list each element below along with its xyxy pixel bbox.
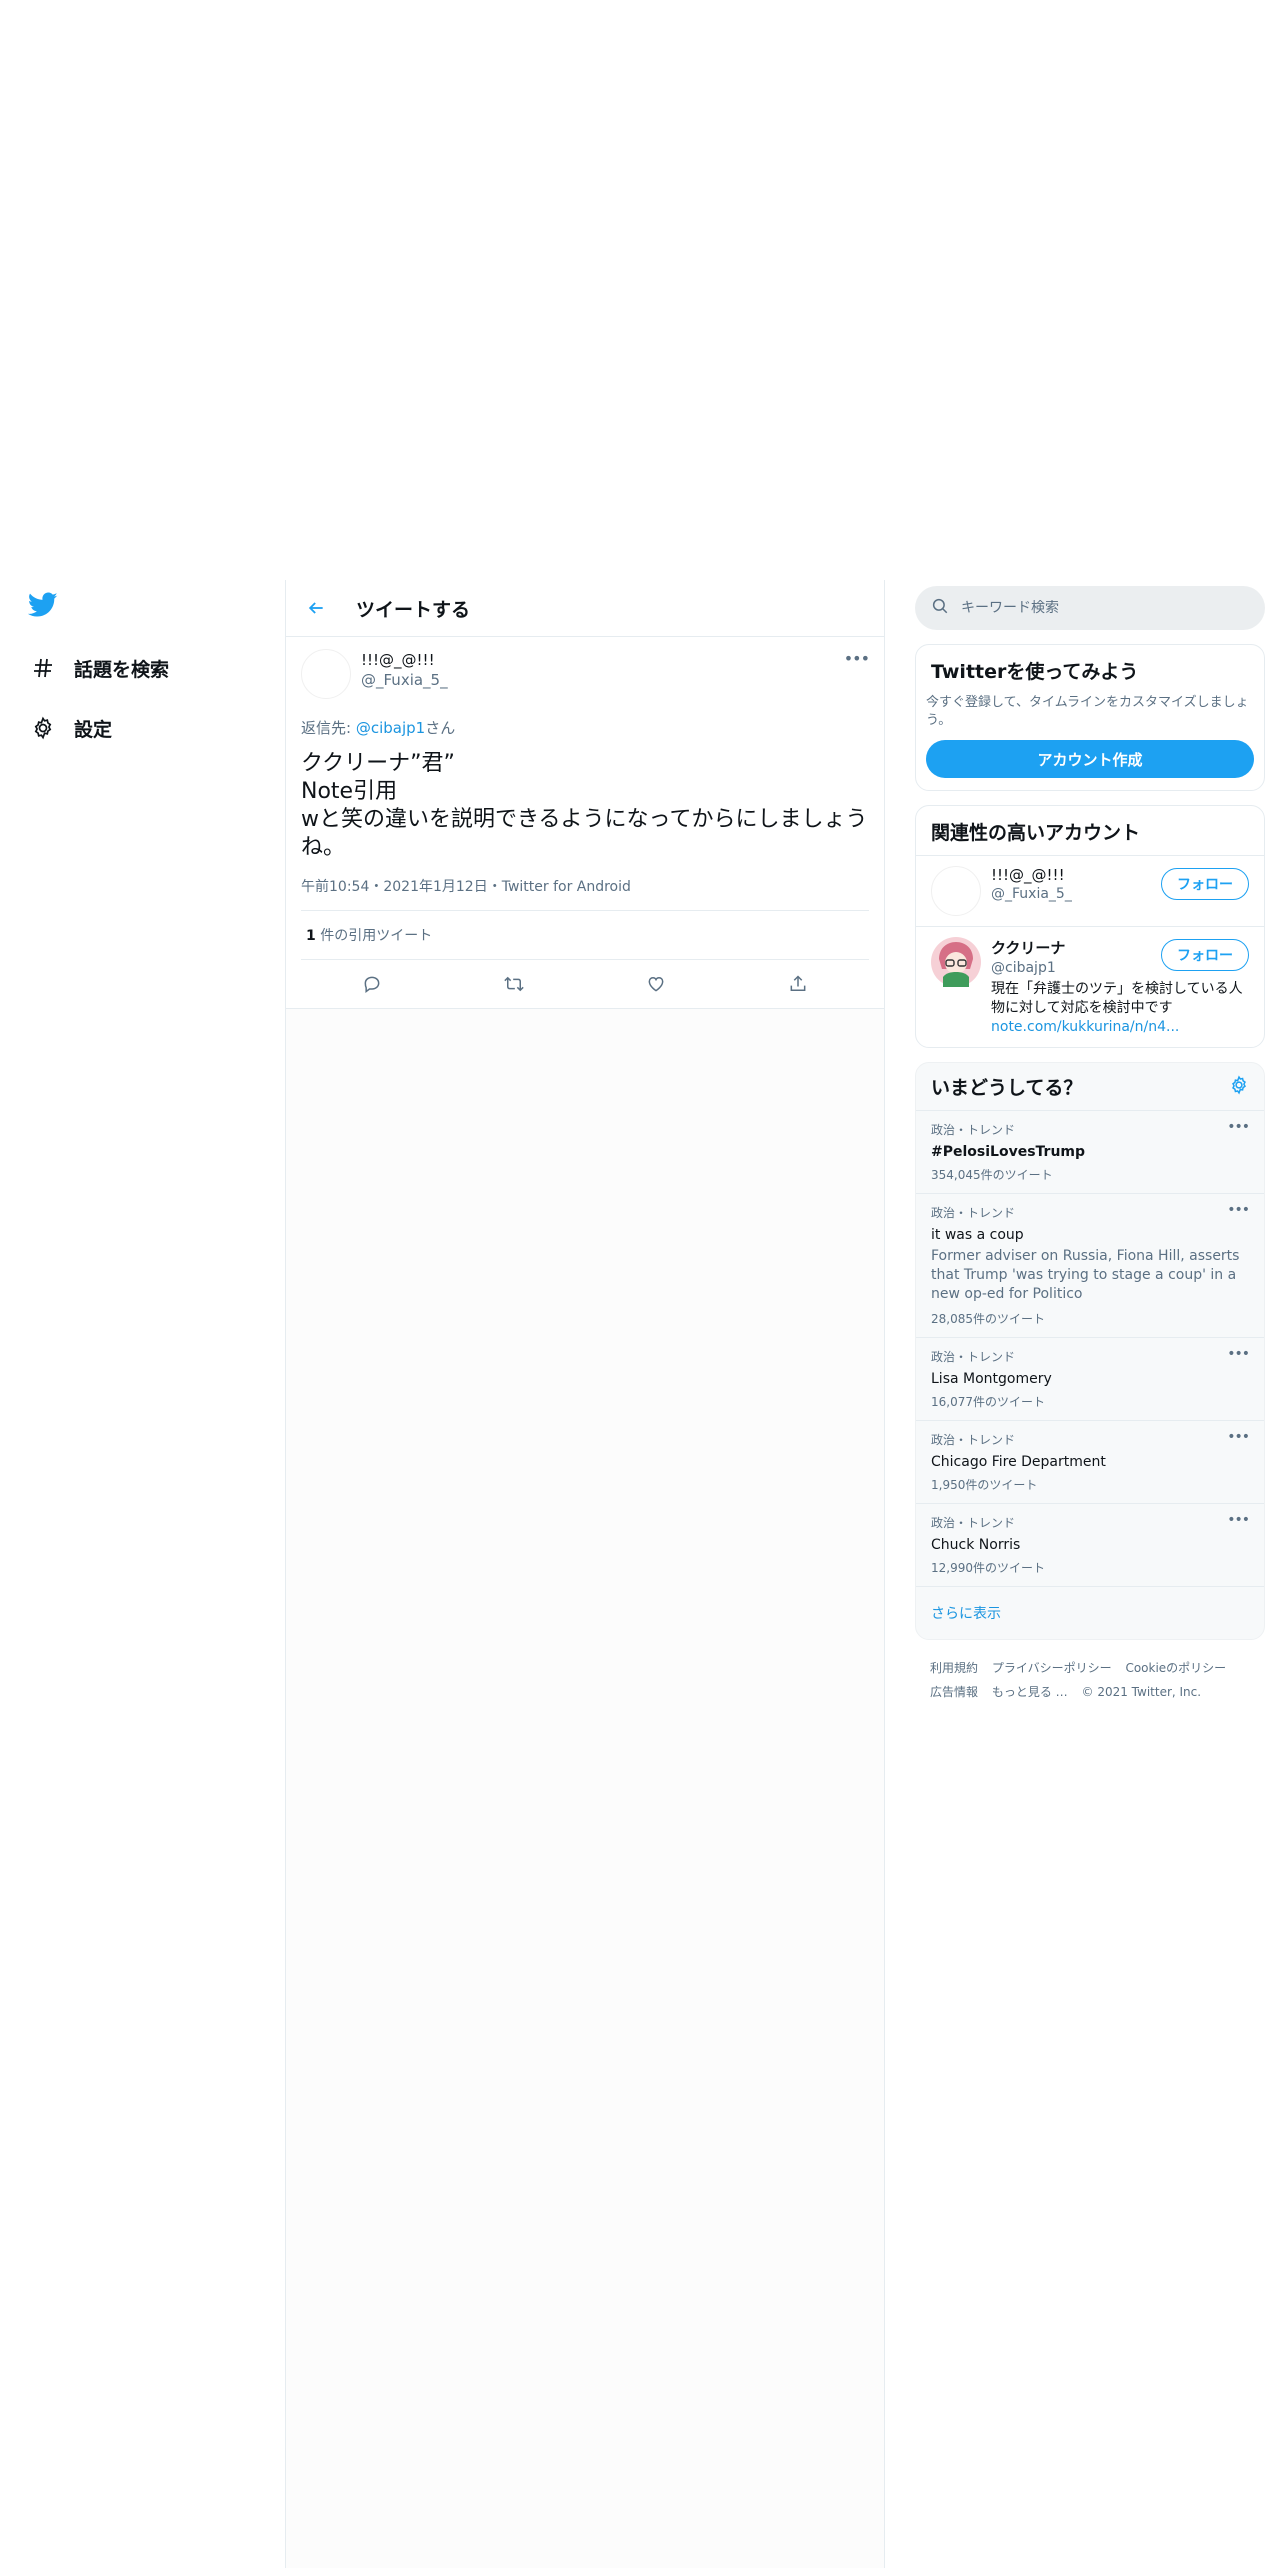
main-column: ツイートする !!!@_@!!! @_Fuxia_5_ ••• 返信先: @ci… [285, 580, 885, 2568]
quote-count: 1 [306, 928, 316, 944]
right-sidebar: Twitterを使ってみよう 今すぐ登録して、タイムラインをカスタマイズしましょ… [915, 586, 1265, 1720]
quote-label: 件の引用ツイート [315, 928, 433, 944]
main-header: ツイートする [286, 580, 884, 637]
avatar[interactable] [931, 937, 981, 987]
author-handle: @_Fuxia_5_ [361, 671, 448, 689]
footer-link[interactable]: 利用規約 [930, 1661, 978, 1675]
account-bio-link[interactable]: note.com/kukkurina/n/n4... [991, 1019, 1179, 1035]
reply-to-link[interactable]: @cibajp1 [356, 719, 425, 737]
relevant-accounts-title: 関連性の高いアカウント [916, 806, 1264, 856]
account-item[interactable]: ククリーナ @cibajp1 現在「弁護士のツテ」を検討している人物に対して対応… [916, 926, 1264, 1047]
trend-count: 12,990件のツイート [931, 1561, 1045, 1575]
trend-name: Chicago Fire Department [931, 1454, 1106, 1470]
hashtag-icon [28, 653, 58, 683]
reply-icon[interactable] [355, 967, 389, 1001]
nav-explore[interactable]: 話題を検索 [28, 648, 169, 688]
follow-button[interactable]: フォロー [1161, 939, 1249, 971]
trend-context: 政治・トレンド [931, 1350, 1016, 1364]
trend-item[interactable]: 政治・トレンド #PelosiLovesTrump 354,045件のツイート … [916, 1111, 1264, 1194]
trend-context: 政治・トレンド [931, 1516, 1016, 1530]
signup-card: Twitterを使ってみよう 今すぐ登録して、タイムラインをカスタマイズしましょ… [915, 644, 1265, 791]
relevant-accounts-card: 関連性の高いアカウント !!!@_@!!! @_Fuxia_5_ フォロー クク… [915, 805, 1265, 1048]
tweet-actions [301, 960, 869, 1008]
trend-item[interactable]: 政治・トレンド Chicago Fire Department 1,950件のツ… [916, 1421, 1264, 1504]
like-icon[interactable] [639, 967, 673, 1001]
trend-item[interactable]: 政治・トレンド it was a coup Former adviser on … [916, 1194, 1264, 1338]
tweet-time[interactable]: 午前10:54・2021年1月12日・ [301, 879, 502, 895]
trends-title: いまどうしてる？ [931, 1077, 1083, 1099]
tweet-timestamp: 午前10:54・2021年1月12日・Twitter for Android [301, 876, 869, 911]
tweet-author[interactable]: !!!@_@!!! @_Fuxia_5_ [361, 649, 448, 689]
trend-name: #PelosiLovesTrump [931, 1144, 1086, 1160]
more-options-icon[interactable]: ••• [1227, 1429, 1250, 1445]
trends-header: いまどうしてる？ [916, 1063, 1264, 1111]
reply-prefix: 返信先: [301, 719, 356, 737]
signup-title: Twitterを使ってみよう [931, 661, 1139, 683]
tweet-source-app[interactable]: Twitter for Android [502, 879, 631, 895]
more-options-icon[interactable]: ••• [1227, 1512, 1250, 1528]
account-bio-text: 現在「弁護士のツテ」を検討している人物に対して対応を検討中です [991, 981, 1243, 1016]
nav-settings[interactable]: 設定 [28, 708, 112, 748]
reply-to-line: 返信先: @cibajp1さん [301, 717, 869, 738]
trend-count: 1,950件のツイート [931, 1478, 1038, 1492]
more-options-icon[interactable]: ••• [844, 649, 870, 668]
show-more-link[interactable]: さらに表示 [916, 1587, 1264, 1639]
copyright: © 2021 Twitter, Inc. [1081, 1685, 1202, 1699]
trend-count: 354,045件のツイート [931, 1168, 1053, 1182]
retweet-icon[interactable] [497, 967, 531, 1001]
footer-link[interactable]: もっと見る … [992, 1685, 1068, 1699]
footer-link[interactable]: プライバシーポリシー [992, 1661, 1112, 1675]
account-item[interactable]: !!!@_@!!! @_Fuxia_5_ フォロー [916, 856, 1264, 926]
trend-count: 16,077件のツイート [931, 1395, 1045, 1409]
trend-context: 政治・トレンド [931, 1206, 1016, 1220]
follow-button[interactable]: フォロー [1161, 868, 1249, 900]
avatar[interactable] [301, 649, 351, 699]
reply-suffix: さん [425, 719, 456, 737]
search-icon [931, 597, 949, 619]
more-options-icon[interactable]: ••• [1227, 1119, 1250, 1135]
tweet-header: !!!@_@!!! @_Fuxia_5_ ••• [301, 637, 870, 699]
share-icon[interactable] [781, 967, 815, 1001]
trends-card: いまどうしてる？ 政治・トレンド #PelosiLovesTrump 354,0… [915, 1062, 1265, 1640]
more-options-icon[interactable]: ••• [1227, 1202, 1250, 1218]
avatar[interactable] [931, 866, 981, 916]
trend-context: 政治・トレンド [931, 1433, 1016, 1447]
gear-icon [28, 713, 58, 743]
search-input[interactable] [961, 600, 1241, 616]
trend-name: Lisa Montgomery [931, 1371, 1052, 1387]
footer-link[interactable]: Cookieのポリシー [1125, 1661, 1226, 1675]
more-options-icon[interactable]: ••• [1227, 1346, 1250, 1362]
trend-count: 28,085件のツイート [931, 1312, 1045, 1326]
nav-settings-label: 設定 [74, 718, 113, 741]
footer-link[interactable]: 広告情報 [930, 1685, 978, 1699]
page-title: ツイートする [356, 598, 471, 621]
signup-description: 今すぐ登録して、タイムラインをカスタマイズしましょう。 [926, 695, 1249, 728]
twitter-logo-icon[interactable] [27, 592, 62, 622]
tweet-detail: !!!@_@!!! @_Fuxia_5_ ••• 返信先: @cibajp1さん… [286, 637, 884, 1009]
quote-tweet-stats[interactable]: 1 件の引用ツイート [301, 911, 869, 960]
footer: 利用規約 プライバシーポリシー Cookieのポリシー 広告情報 もっと見る …… [915, 1640, 1265, 1720]
trend-item[interactable]: 政治・トレンド Chuck Norris 12,990件のツイート ••• [916, 1504, 1264, 1587]
account-bio: 現在「弁護士のツテ」を検討している人物に対して対応を検討中です note.com/… [991, 980, 1249, 1037]
gear-icon[interactable] [1229, 1074, 1249, 1099]
trend-name: it was a coup [931, 1227, 1024, 1243]
back-button[interactable] [296, 588, 336, 628]
create-account-button[interactable]: アカウント作成 [926, 740, 1254, 778]
trend-context: 政治・トレンド [931, 1123, 1016, 1137]
author-name: !!!@_@!!! [361, 651, 435, 669]
nav-explore-label: 話題を検索 [74, 658, 170, 681]
trend-description: Former adviser on Russia, Fiona Hill, as… [931, 1248, 1240, 1302]
trend-name: Chuck Norris [931, 1537, 1021, 1553]
trend-item[interactable]: 政治・トレンド Lisa Montgomery 16,077件のツイート ••• [916, 1338, 1264, 1421]
search-box[interactable] [915, 586, 1265, 630]
tweet-text: ククリーナ”君” Note引用 wと笑の違いを説明できるようになってからにしまし… [301, 751, 868, 860]
